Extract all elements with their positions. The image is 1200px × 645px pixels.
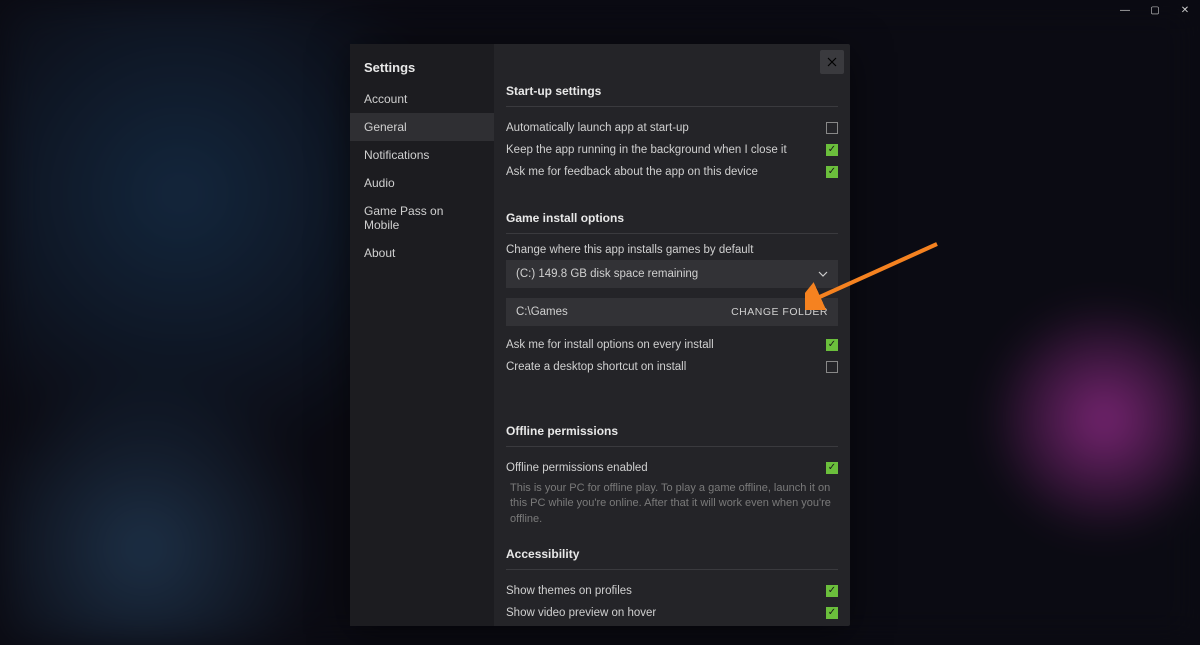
checkbox-show-themes[interactable] xyxy=(826,585,838,597)
section-title-install: Game install options xyxy=(506,211,838,234)
drive-selected-label: (C:) 149.8 GB disk space remaining xyxy=(516,268,698,280)
checkbox-feedback[interactable] xyxy=(826,166,838,178)
sidebar-item-account[interactable]: Account xyxy=(350,85,494,113)
window-close-button[interactable]: ✕ xyxy=(1170,0,1200,20)
row-keep-running: Keep the app running in the background w… xyxy=(506,139,838,161)
section-offline: Offline permissions Offline permissions … xyxy=(506,424,838,527)
install-folder-row: C:\Games CHANGE FOLDER xyxy=(506,298,838,326)
settings-dialog: Settings Account General Notifications A… xyxy=(350,44,850,626)
section-install: Game install options Change where this a… xyxy=(506,211,838,378)
row-video-preview: Show video preview on hover xyxy=(506,602,838,624)
section-title-accessibility: Accessibility xyxy=(506,547,838,570)
section-startup: Start-up settings Automatically launch a… xyxy=(506,84,838,183)
row-offline-enabled: Offline permissions enabled xyxy=(506,457,838,479)
label-auto-launch: Automatically launch app at start-up xyxy=(506,122,826,134)
dialog-close-button[interactable] xyxy=(820,50,844,74)
sidebar-item-notifications[interactable]: Notifications xyxy=(350,141,494,169)
checkbox-video-preview[interactable] xyxy=(826,607,838,619)
close-icon xyxy=(827,57,837,67)
row-ask-install: Ask me for install options on every inst… xyxy=(506,334,838,356)
row-auto-launch: Automatically launch app at start-up xyxy=(506,117,838,139)
row-feedback: Ask me for feedback about the app on thi… xyxy=(506,161,838,183)
label-offline-enabled: Offline permissions enabled xyxy=(506,462,826,474)
section-accessibility: Accessibility Show themes on profiles Sh… xyxy=(506,547,838,626)
window-controls: — ▢ ✕ xyxy=(1110,0,1200,20)
checkbox-ask-install[interactable] xyxy=(826,339,838,351)
offline-subtext: This is your PC for offline play. To pla… xyxy=(506,479,838,527)
drive-dropdown[interactable]: (C:) 149.8 GB disk space remaining xyxy=(506,260,838,288)
maximize-button[interactable]: ▢ xyxy=(1140,0,1170,20)
section-title-offline: Offline permissions xyxy=(506,424,838,447)
install-folder-path: C:\Games xyxy=(516,306,568,318)
settings-sidebar: Settings Account General Notifications A… xyxy=(350,44,494,626)
checkbox-offline-enabled[interactable] xyxy=(826,462,838,474)
label-feedback: Ask me for feedback about the app on thi… xyxy=(506,166,826,178)
row-desktop-shortcut: Create a desktop shortcut on install xyxy=(506,356,838,378)
label-desktop-shortcut: Create a desktop shortcut on install xyxy=(506,361,826,373)
minimize-button[interactable]: — xyxy=(1110,0,1140,20)
dialog-title: Settings xyxy=(350,60,494,85)
row-show-themes: Show themes on profiles xyxy=(506,580,838,602)
label-video-preview: Show video preview on hover xyxy=(506,607,826,619)
sidebar-item-gamepass-mobile[interactable]: Game Pass on Mobile xyxy=(350,197,494,239)
change-folder-button[interactable]: CHANGE FOLDER xyxy=(731,306,828,318)
sidebar-item-general[interactable]: General xyxy=(350,113,494,141)
sidebar-item-about[interactable]: About xyxy=(350,239,494,267)
label-keep-running: Keep the app running in the background w… xyxy=(506,144,826,156)
settings-content: Start-up settings Automatically launch a… xyxy=(494,44,850,626)
chevron-down-icon xyxy=(818,269,828,279)
section-title-startup: Start-up settings xyxy=(506,84,838,107)
checkbox-auto-launch[interactable] xyxy=(826,122,838,134)
sidebar-item-audio[interactable]: Audio xyxy=(350,169,494,197)
checkbox-desktop-shortcut[interactable] xyxy=(826,361,838,373)
label-ask-install: Ask me for install options on every inst… xyxy=(506,339,826,351)
label-show-themes: Show themes on profiles xyxy=(506,585,826,597)
checkbox-keep-running[interactable] xyxy=(826,144,838,156)
install-helper-text: Change where this app installs games by … xyxy=(506,244,838,256)
